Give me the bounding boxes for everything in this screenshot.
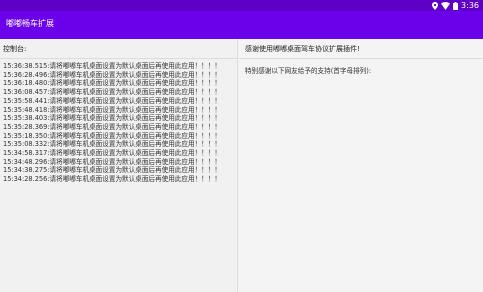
log-line: 15:35:48.418:请将嘟嘟车机桌面设置为默认桌面后再使用此应用！！！！	[3, 105, 221, 114]
location-icon	[432, 1, 439, 10]
status-icons: 3:36	[432, 0, 479, 11]
log-line: 15:35:08.332:请将嘟嘟车机桌面设置为默认桌面后再使用此应用！！！！	[3, 140, 221, 149]
console-divider	[0, 58, 237, 59]
log-line: 15:36:38.515:请将嘟嘟车机桌面设置为默认桌面后再使用此应用！！！！	[3, 62, 221, 70]
battery-icon	[453, 1, 459, 10]
log-line: 15:35:18.350:请将嘟嘟车机桌面设置为默认桌面后再使用此应用！！！！	[3, 131, 221, 140]
log-line: 15:35:28.369:请将嘟嘟车机桌面设置为默认桌面后再使用此应用！！！！	[3, 122, 221, 131]
console-log-list[interactable]: 15:36:38.515:请将嘟嘟车机桌面设置为默认桌面后再使用此应用！！！！ 1…	[3, 62, 236, 184]
info-header: 感谢使用嘟嘟桌面驾车协议扩展插件!	[245, 45, 360, 53]
info-pane: 感谢使用嘟嘟桌面驾车协议扩展插件! 特别感谢以下网友给予的支持(首字母排列):	[239, 39, 483, 292]
console-header: 控制台:	[3, 45, 27, 53]
app-title: 嘟嘟畅车扩展	[6, 19, 54, 28]
wifi-icon	[441, 1, 451, 10]
app-bar: 嘟嘟畅车扩展	[0, 11, 483, 39]
status-time: 3:36	[461, 1, 479, 10]
log-line: 15:35:38.403:请将嘟嘟车机桌面设置为默认桌面后再使用此应用！！！！	[3, 114, 221, 123]
console-pane[interactable]: 控制台: 15:36:38.515:请将嘟嘟车机桌面设置为默认桌面后再使用此应用…	[0, 39, 238, 292]
log-line: 15:34:38.275:请将嘟嘟车机桌面设置为默认桌面后再使用此应用！！！！	[3, 166, 221, 175]
log-line: 15:35:58.441:请将嘟嘟车机桌面设置为默认桌面后再使用此应用！！！！	[3, 96, 221, 105]
log-line: 15:34:28.256:请将嘟嘟车机桌面设置为默认桌面后再使用此应用！！！！	[3, 175, 221, 184]
thanks-text: 特别感谢以下网友给予的支持(首字母排列):	[245, 67, 372, 75]
log-line: 15:36:18.480:请将嘟嘟车机桌面设置为默认桌面后再使用此应用！！！！	[3, 79, 221, 88]
status-bar: 3:36	[0, 0, 483, 11]
log-line: 15:34:58.317:请将嘟嘟车机桌面设置为默认桌面后再使用此应用！！！！	[3, 149, 221, 158]
log-line: 15:34:48.296:请将嘟嘟车机桌面设置为默认桌面后再使用此应用！！！！	[3, 157, 221, 166]
log-line: 15:36:28.496:请将嘟嘟车机桌面设置为默认桌面后再使用此应用！！！！	[3, 70, 221, 79]
log-line: 15:36:08.457:请将嘟嘟车机桌面设置为默认桌面后再使用此应用！！！！	[3, 88, 221, 97]
info-divider	[239, 58, 483, 59]
